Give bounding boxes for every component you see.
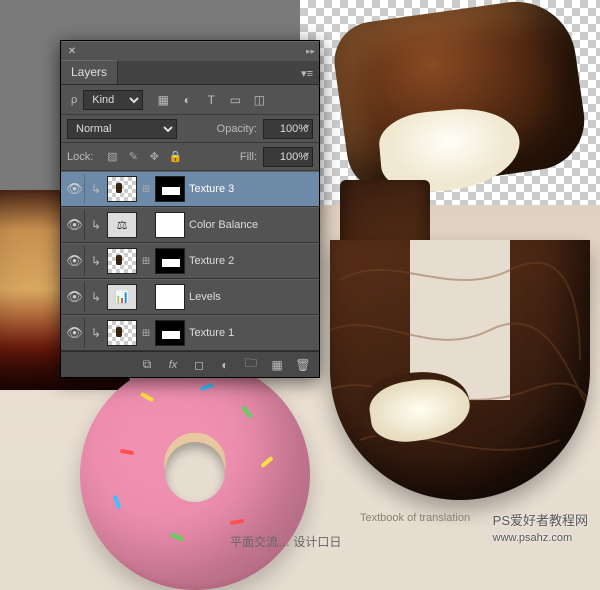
- kind-select[interactable]: Kind: [83, 90, 143, 110]
- panel-menu-icon[interactable]: ▾≡: [295, 63, 319, 84]
- visibility-eye-icon[interactable]: 👁: [65, 246, 85, 276]
- tab-layers[interactable]: Layers: [61, 60, 118, 84]
- layer-row[interactable]: 👁 ↳ 📊 Levels: [61, 279, 319, 315]
- image-filter-icon[interactable]: ▦: [153, 90, 173, 110]
- sprinkle: [113, 495, 122, 510]
- panel-titlebar[interactable]: ✕ ▸▸: [61, 41, 319, 61]
- layer-row[interactable]: 👁 ↳ ⚖ Color Balance: [61, 207, 319, 243]
- layer-name-label[interactable]: Levels: [189, 291, 315, 303]
- kind-label: ρ: [71, 94, 77, 106]
- watermark-site-name: PS爱好者教程网: [493, 513, 588, 528]
- clip-arrow-icon: ↳: [89, 182, 103, 196]
- new-layer-icon[interactable]: ▦: [265, 355, 289, 375]
- u-swirl-lines: [330, 240, 590, 500]
- layers-panel[interactable]: ✕ ▸▸ Layers ▾≡ ρ Kind ▦ ◐ T ▭ ◫ Normal O…: [60, 40, 320, 378]
- adjustment-filter-icon[interactable]: ◐: [177, 90, 197, 110]
- watermark-center: 平面交流… 设计口日: [230, 533, 341, 550]
- sprinkle: [230, 519, 244, 525]
- fill-label: Fill:: [240, 151, 257, 163]
- opacity-label: Opacity:: [217, 123, 257, 135]
- clip-arrow-icon: ↳: [89, 218, 103, 232]
- watermark-site: PS爱好者教程网 www.psahz.com: [493, 510, 588, 544]
- layer-thumb: [107, 248, 137, 274]
- visibility-eye-icon[interactable]: 👁: [65, 174, 85, 204]
- mask-thumb: [155, 212, 185, 238]
- collapse-icon[interactable]: ▸▸: [306, 46, 315, 57]
- adjustment-thumb: ⚖: [107, 212, 137, 238]
- link-chain-icon: 𐌎: [141, 184, 151, 195]
- mask-thumb: [155, 176, 185, 202]
- layer-name-label[interactable]: Texture 1: [189, 327, 315, 339]
- close-icon[interactable]: ✕: [65, 45, 79, 59]
- layer-row[interactable]: 👁 ↳ 𐌎 Texture 1: [61, 315, 319, 351]
- link-chain-icon: 𐌎: [141, 256, 151, 267]
- visibility-eye-icon[interactable]: 👁: [65, 318, 85, 348]
- smartobj-filter-icon[interactable]: ◫: [249, 90, 269, 110]
- type-filter-icon[interactable]: T: [201, 90, 221, 110]
- layer-name-label[interactable]: Texture 2: [189, 255, 315, 267]
- caption-text: Textbook of translation: [360, 512, 470, 524]
- layer-thumb: [107, 320, 137, 346]
- lock-pixels-icon[interactable]: ✎: [124, 148, 142, 166]
- mask-thumb: [155, 284, 185, 310]
- link-layers-icon[interactable]: ⧉: [135, 355, 159, 375]
- opacity-input[interactable]: [263, 119, 313, 139]
- lock-all-icon[interactable]: 🔒: [166, 148, 184, 166]
- lock-position-icon[interactable]: ✥: [145, 148, 163, 166]
- link-chain-icon: 𐌎: [141, 328, 151, 339]
- lock-label: Lock:: [67, 151, 93, 163]
- panel-bottom-bar: ⧉ fx ◻ ◐ 🗀 ▦ 🗑: [61, 351, 319, 377]
- layer-name-label[interactable]: Texture 3: [189, 183, 315, 195]
- lock-fill-row: Lock: ▧ ✎ ✥ 🔒 Fill:: [61, 143, 319, 171]
- layer-row[interactable]: 👁 ↳ 𐌎 Texture 2: [61, 243, 319, 279]
- filter-icons-group: ▦ ◐ T ▭ ◫: [153, 90, 269, 110]
- new-adjustment-icon[interactable]: ◐: [213, 355, 237, 375]
- clip-arrow-icon: ↳: [89, 254, 103, 268]
- lock-transparency-icon[interactable]: ▧: [103, 148, 121, 166]
- adjustment-thumb: 📊: [107, 284, 137, 310]
- new-group-icon[interactable]: 🗀: [239, 355, 263, 375]
- blend-mode-select[interactable]: Normal: [67, 119, 177, 139]
- visibility-eye-icon[interactable]: 👁: [65, 210, 85, 240]
- mask-thumb: [155, 248, 185, 274]
- lock-icons-group: ▧ ✎ ✥ 🔒: [103, 148, 184, 166]
- shape-filter-icon[interactable]: ▭: [225, 90, 245, 110]
- mask-thumb: [155, 320, 185, 346]
- visibility-eye-icon[interactable]: 👁: [65, 282, 85, 312]
- clip-arrow-icon: ↳: [89, 326, 103, 340]
- fill-input[interactable]: [263, 147, 313, 167]
- sprinkle: [260, 456, 273, 468]
- pink-donut-image: [80, 360, 310, 590]
- chocolate-u-letter: [330, 240, 590, 500]
- sprinkle: [170, 532, 184, 542]
- watermark-site-url: www.psahz.com: [493, 532, 572, 544]
- sprinkle: [200, 383, 215, 392]
- add-mask-icon[interactable]: ◻: [187, 355, 211, 375]
- sprinkle: [120, 449, 134, 455]
- layer-thumb: [107, 176, 137, 202]
- layer-row[interactable]: 👁 ↳ 𐌎 Texture 3: [61, 171, 319, 207]
- fx-icon[interactable]: fx: [161, 355, 185, 375]
- panel-tab-row: Layers ▾≡: [61, 61, 319, 85]
- layer-list: 👁 ↳ 𐌎 Texture 3 👁 ↳ ⚖ Color Balance 👁 ↳ 𐌎 Texture 2…: [61, 171, 319, 351]
- layer-filter-row: ρ Kind ▦ ◐ T ▭ ◫: [61, 85, 319, 115]
- clip-arrow-icon: ↳: [89, 290, 103, 304]
- blend-opacity-row: Normal Opacity:: [61, 115, 319, 143]
- sprinkle: [140, 392, 154, 402]
- layer-name-label[interactable]: Color Balance: [189, 219, 315, 231]
- sprinkle: [241, 405, 253, 418]
- trash-icon[interactable]: 🗑: [291, 355, 315, 375]
